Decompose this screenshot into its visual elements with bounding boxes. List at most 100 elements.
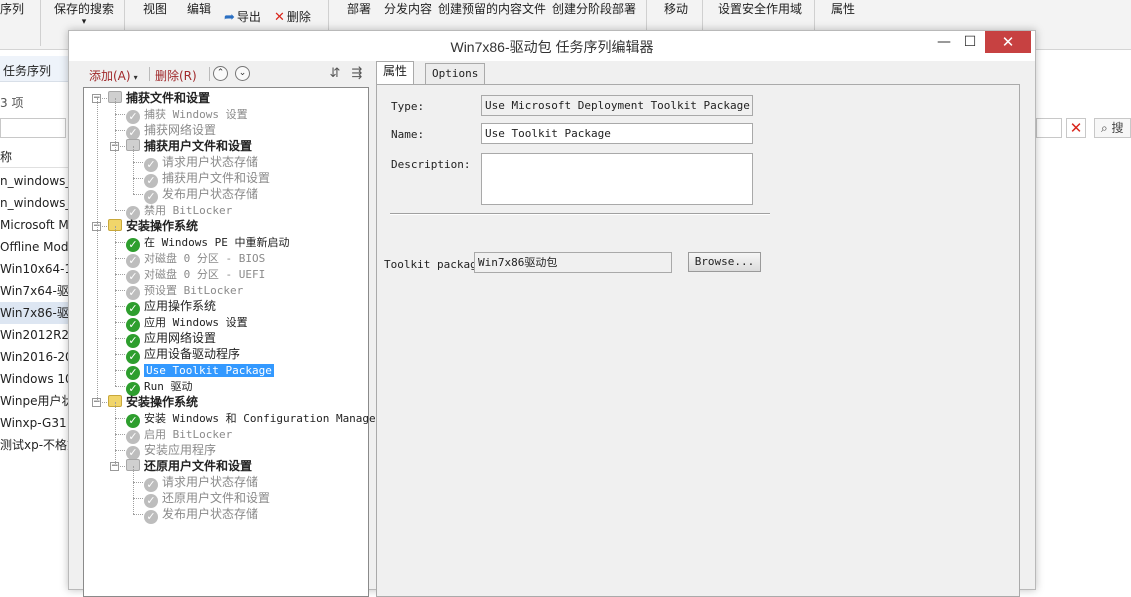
close-button[interactable]: ✕ <box>985 31 1031 53</box>
divider <box>390 213 770 215</box>
tree-item-label: Use Toolkit Package <box>144 364 274 377</box>
ribbon-view-button[interactable]: 视图 <box>143 0 167 17</box>
type-label: Type: <box>391 100 425 113</box>
tree-item[interactable]: 捕获用户文件和设置 <box>126 138 252 154</box>
tree-item[interactable]: ✓ 发布用户状态存储 <box>144 506 258 524</box>
clear-search-icon[interactable]: ✕ <box>1066 118 1086 138</box>
move-up-icon[interactable]: ⌃ <box>213 66 228 81</box>
collapse-all-icon[interactable]: ⇶ <box>349 66 365 82</box>
tree-item[interactable]: ✓ 捕获用户文件和设置 <box>144 170 270 188</box>
tree-connector <box>133 194 143 195</box>
tree-item[interactable]: ✓ 在 Windows PE 中重新启动 <box>126 234 290 252</box>
tree-item-label: 启用 BitLocker <box>144 428 233 441</box>
name-field[interactable]: Use Toolkit Package <box>481 123 753 144</box>
list-item[interactable]: Win2016-201 <box>0 346 68 368</box>
ribbon-task-sequence[interactable]: 序列 <box>0 0 24 17</box>
tree-item-label: 安装应用程序 <box>144 443 217 457</box>
tree-toolbar: 添加(A) ▾ 删除(R) ⌃ ⌄ ⇵ ⇶ <box>83 63 369 85</box>
type-field: Use Microsoft Deployment Toolkit Package <box>481 95 753 116</box>
tree-item[interactable]: ✓ 启用 BitLocker <box>126 426 233 444</box>
breadcrumb[interactable]: 任务序列 <box>0 56 68 82</box>
tree-item[interactable]: ✓ 捕获 Windows 设置 <box>126 106 248 124</box>
search-input[interactable] <box>1036 118 1062 138</box>
list-item[interactable]: Win2012R2- <box>0 324 68 346</box>
tree-item[interactable]: ✓ 预设置 BitLocker <box>126 282 244 300</box>
search-button[interactable]: ⌕ 搜 <box>1094 118 1131 138</box>
export-arrow-icon: ➦ <box>224 10 235 25</box>
tree-item-label: 应用网络设置 <box>144 331 217 345</box>
ribbon-phased-deployment-button[interactable]: 创建分阶段部署 <box>552 0 636 17</box>
tree-item[interactable]: ✓ 安装应用程序 <box>126 442 217 460</box>
description-field[interactable] <box>481 153 753 205</box>
ribbon-properties-button[interactable]: 属性 <box>831 0 855 17</box>
tree-item[interactable]: ✓ 对磁盘 0 分区 - UEFI <box>126 266 266 284</box>
tree-item[interactable]: ✓ 对磁盘 0 分区 - BIOS <box>126 250 265 268</box>
tree-connector <box>97 98 98 402</box>
tree-item-label: 在 Windows PE 中重新启动 <box>144 236 290 249</box>
ribbon-distribute-content-button[interactable]: 分发内容 <box>384 0 432 17</box>
tree-item-label: 捕获网络设置 <box>144 123 217 137</box>
toolbar-separator <box>149 67 150 81</box>
list-item[interactable]: Winpe用户状 <box>0 390 68 412</box>
tree-item-label: 对磁盘 0 分区 - UEFI <box>144 268 266 281</box>
list-item[interactable]: Win7x86-驱动 <box>0 302 68 324</box>
browse-button[interactable]: Browse... <box>688 252 761 272</box>
list-item[interactable]: n_windows_ <box>0 192 68 214</box>
tree-item[interactable]: ✓ 应用网络设置 <box>126 330 217 348</box>
remove-button[interactable]: 删除(R) <box>155 67 197 84</box>
tree-item[interactable]: ✓ 还原用户文件和设置 <box>144 490 270 508</box>
tree-item-label: 应用 Windows 设置 <box>144 316 248 329</box>
tree-item-label: Run 驱动 <box>144 380 193 393</box>
list-item[interactable]: Winxp-G31 <box>0 412 68 434</box>
move-down-icon[interactable]: ⌄ <box>235 66 250 81</box>
tab-properties[interactable]: 属性 <box>376 61 415 85</box>
list-item[interactable]: Win10x64-18 <box>0 258 68 280</box>
task-sequence-editor-dialog: Win7x86-驱动包 任务序列编辑器 — ☐ ✕ 添加(A) ▾ 删除(R) ⌃… <box>68 30 1036 597</box>
ribbon-security-scopes-button[interactable]: 设置安全作用域 <box>718 0 802 17</box>
list-item[interactable]: Win7x64-驱动 <box>0 280 68 302</box>
tree-item-label: 预设置 BitLocker <box>144 284 244 297</box>
maximize-button[interactable]: ☐ <box>957 31 983 53</box>
minimize-button[interactable]: — <box>931 31 957 53</box>
ribbon-move-button[interactable]: 移动 <box>664 0 688 17</box>
ribbon-export-button[interactable]: ➦ 导出 <box>224 8 261 25</box>
properties-panel: Type: Use Microsoft Deployment Toolkit P… <box>376 84 1020 597</box>
tree-item[interactable]: ✓ 安装 Windows 和 Configuration Manager <box>126 410 382 428</box>
list-item[interactable]: Microsoft MD <box>0 214 68 236</box>
title-bar[interactable]: Win7x86-驱动包 任务序列编辑器 — ☐ ✕ <box>69 31 1035 61</box>
ribbon-prestaged-content-button[interactable]: 创建预留的内容文件 <box>438 0 546 17</box>
tree-item[interactable]: ✓ 捕获网络设置 <box>126 122 217 140</box>
expand-all-icon[interactable]: ⇵ <box>327 66 343 82</box>
tree-item[interactable]: ✓ 请求用户状态存储 <box>144 154 258 172</box>
list-item[interactable]: Offline Mode <box>0 236 68 258</box>
ribbon-delete-button[interactable]: ✕ 删除 <box>274 8 311 25</box>
background-search-input[interactable] <box>0 118 66 138</box>
task-sequence-list: n_windows_n_windows_Microsoft MDOffline … <box>0 170 68 456</box>
tree-item[interactable]: ✓ 应用操作系统 <box>126 298 216 316</box>
name-label: Name: <box>391 128 425 141</box>
tree-item[interactable]: ✓ Use Toolkit Package <box>126 362 274 380</box>
add-menu-button[interactable]: 添加(A) ▾ <box>89 67 138 84</box>
list-item[interactable]: 测试xp-不格式 <box>0 434 68 456</box>
tree-item[interactable]: ✓ Run 驱动 <box>126 378 193 396</box>
tree-item[interactable]: ✓ 应用 Windows 设置 <box>126 314 248 332</box>
list-item[interactable]: n_windows_ <box>0 170 68 192</box>
delete-x-icon: ✕ <box>274 10 285 25</box>
tree-item-label: 捕获用户文件和设置 <box>144 139 253 153</box>
tree-item[interactable]: ✓ 应用设备驱动程序 <box>126 346 240 364</box>
tree-item[interactable]: 安装操作系统 <box>108 218 198 234</box>
tree-item[interactable]: ✓ 发布用户状态存储 <box>144 186 258 204</box>
ribbon-separator <box>40 0 41 46</box>
tree-item[interactable]: 捕获文件和设置 <box>108 90 210 106</box>
tree-item[interactable]: 安装操作系统 <box>108 394 198 410</box>
tree-item[interactable]: 还原用户文件和设置 <box>126 458 252 474</box>
ribbon-edit-button[interactable]: 编辑 <box>187 0 211 17</box>
ribbon-deploy-button[interactable]: 部署 <box>347 0 371 17</box>
tree-item[interactable]: ✓ 请求用户状态存储 <box>144 474 258 492</box>
tree-connector <box>115 370 125 371</box>
list-item[interactable]: Windows 10 <box>0 368 68 390</box>
tree-item[interactable]: ✓ 禁用 BitLocker <box>126 202 232 220</box>
column-header-name[interactable]: 称 <box>0 148 68 168</box>
tab-options[interactable]: Options <box>425 63 486 84</box>
ribbon-saved-searches-button[interactable]: 保存的搜索 ▾ <box>54 0 114 27</box>
